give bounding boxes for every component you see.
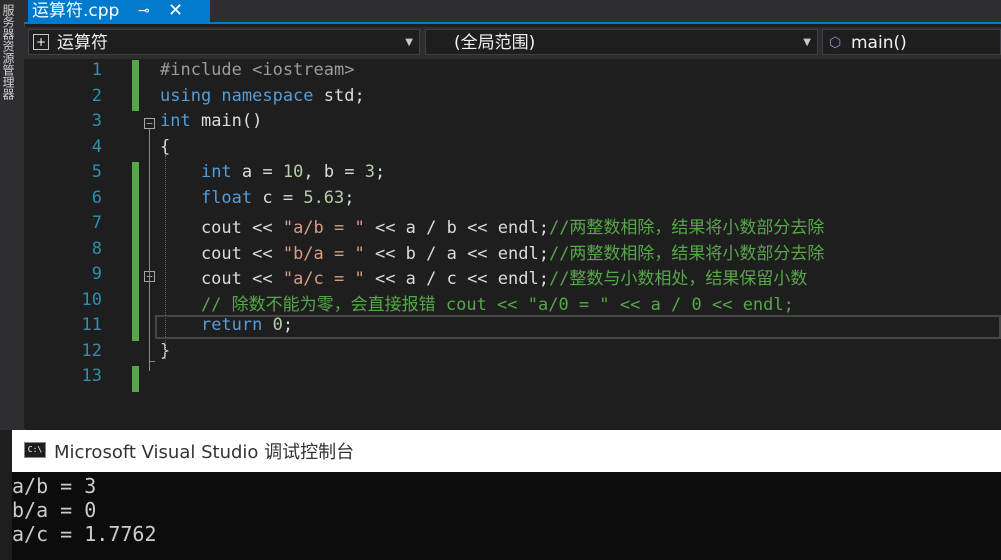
code-line[interactable]: cout << "a/c = " << a / c << endl;//整数与小…: [160, 264, 808, 289]
code-line[interactable]: cout << "b/a = " << b / a << endl;//两整数相…: [160, 239, 825, 264]
code-token: "a/c = ": [282, 269, 365, 289]
code-token: cout <<: [160, 243, 283, 264]
code-token: ;: [344, 187, 355, 208]
method-cube-icon: ⬡: [829, 35, 842, 51]
chevron-down-icon: ▼: [405, 37, 413, 48]
code-token: << b / a << endl;: [364, 243, 549, 264]
line-number: 9: [91, 264, 102, 284]
console-output-line: b/a = 0: [12, 498, 97, 522]
code-token: 5.63: [303, 187, 345, 208]
document-tab[interactable]: 运算符.cpp ⊸ ✕: [28, 0, 210, 22]
server-explorer-sidebar[interactable]: 服务器资源管理器: [0, 0, 25, 430]
console-output-line: a/b = 3: [12, 474, 97, 498]
code-token: main(): [190, 111, 263, 131]
code-line[interactable]: int a = 10, b = 3;: [160, 162, 385, 182]
code-line[interactable]: {: [160, 137, 170, 157]
project-name: 运算符: [57, 33, 108, 53]
close-icon[interactable]: ✕: [168, 0, 183, 22]
line-number: 2: [91, 85, 102, 106]
console-title: Microsoft Visual Studio 调试控制台: [54, 442, 355, 463]
console-title-bar[interactable]: C:\ Microsoft Visual Studio 调试控制台: [12, 430, 1001, 472]
code-token: 3: [364, 162, 376, 182]
code-token: std;: [313, 85, 365, 106]
code-token: int: [160, 111, 191, 131]
code-token: cout <<: [160, 269, 283, 289]
line-number: 8: [91, 238, 102, 259]
line-number: 13: [81, 366, 102, 386]
code-token: // 除数不能为零，会直接报错 cout << "a/0 = " << a / …: [160, 294, 794, 315]
code-token: << a / b << endl;: [364, 218, 549, 238]
document-tab-strip: 运算符.cpp ⊸ ✕: [24, 0, 1001, 24]
scope-label: (全局范围): [454, 33, 536, 53]
code-token: {: [160, 136, 171, 157]
line-number: 6: [91, 187, 102, 208]
code-token: "a/b = ": [282, 218, 365, 238]
code-token: << a / c << endl;: [364, 269, 549, 289]
code-token: #include <iostream>: [160, 60, 355, 80]
debug-console[interactable]: C:\ Microsoft Visual Studio 调试控制台 a/b = …: [12, 430, 1001, 560]
console-icon: C:\: [24, 442, 46, 458]
pin-icon[interactable]: ⊸: [138, 0, 150, 22]
line-number: 1: [91, 60, 102, 80]
line-number: 7: [91, 213, 102, 233]
code-token: cout <<: [160, 218, 283, 238]
line-number: 12: [81, 340, 102, 361]
project-dropdown[interactable]: + 运算符 ▼: [28, 29, 420, 55]
code-token: //两整数相除，结果将小数部分去除: [548, 243, 825, 264]
code-token: int: [200, 162, 232, 182]
code-token: //整数与小数相处，结果保留小数: [548, 269, 808, 289]
code-token: //两整数相除，结果将小数部分去除: [548, 218, 825, 238]
chevron-down-icon: ▼: [803, 37, 811, 48]
outline-end: [149, 360, 155, 362]
code-line[interactable]: int main(): [160, 111, 262, 131]
current-line-highlight: [155, 315, 1001, 339]
code-line[interactable]: using namespace std;: [160, 86, 365, 106]
code-token: ;: [375, 162, 386, 182]
code-line[interactable]: cout << "a/b = " << a / b << endl;//两整数相…: [160, 213, 825, 238]
tab-title[interactable]: 运算符.cpp: [32, 0, 119, 22]
scope-dropdown[interactable]: (全局范围) ▼: [425, 29, 818, 55]
code-line[interactable]: // 除数不能为零，会直接报错 cout << "a/0 = " << a / …: [160, 290, 794, 315]
code-token: using namespace: [160, 85, 314, 106]
code-token: a =: [231, 162, 283, 182]
sidebar-label[interactable]: 服务器资源管理器: [0, 0, 17, 100]
navigation-bar: + 运算符 ▼ (全局范围) ▼ ⬡ main(): [24, 27, 1001, 57]
line-number: 5: [91, 162, 102, 182]
change-indicator: [132, 162, 139, 341]
project-icon: +: [33, 34, 49, 50]
line-number: 11: [81, 315, 102, 335]
code-token: c =: [252, 187, 304, 208]
change-indicator: [132, 366, 139, 392]
code-token: , b =: [303, 162, 365, 182]
outline-line: [149, 129, 150, 372]
code-token: float: [200, 187, 253, 208]
collapse-toggle-icon[interactable]: −: [144, 118, 155, 129]
code-token: 10: [282, 162, 304, 182]
change-indicator: [132, 60, 139, 111]
code-line[interactable]: float c = 5.63;: [160, 188, 355, 208]
line-number: 10: [81, 289, 102, 310]
member-dropdown[interactable]: ⬡ main(): [822, 29, 1001, 55]
line-number: 4: [91, 136, 102, 157]
code-line[interactable]: #include <iostream>: [160, 60, 354, 80]
line-number: 3: [91, 111, 102, 131]
code-token: "b/a = ": [282, 243, 365, 264]
console-output-line: a/c = 1.7762: [12, 522, 157, 546]
member-label: main(): [851, 33, 907, 53]
